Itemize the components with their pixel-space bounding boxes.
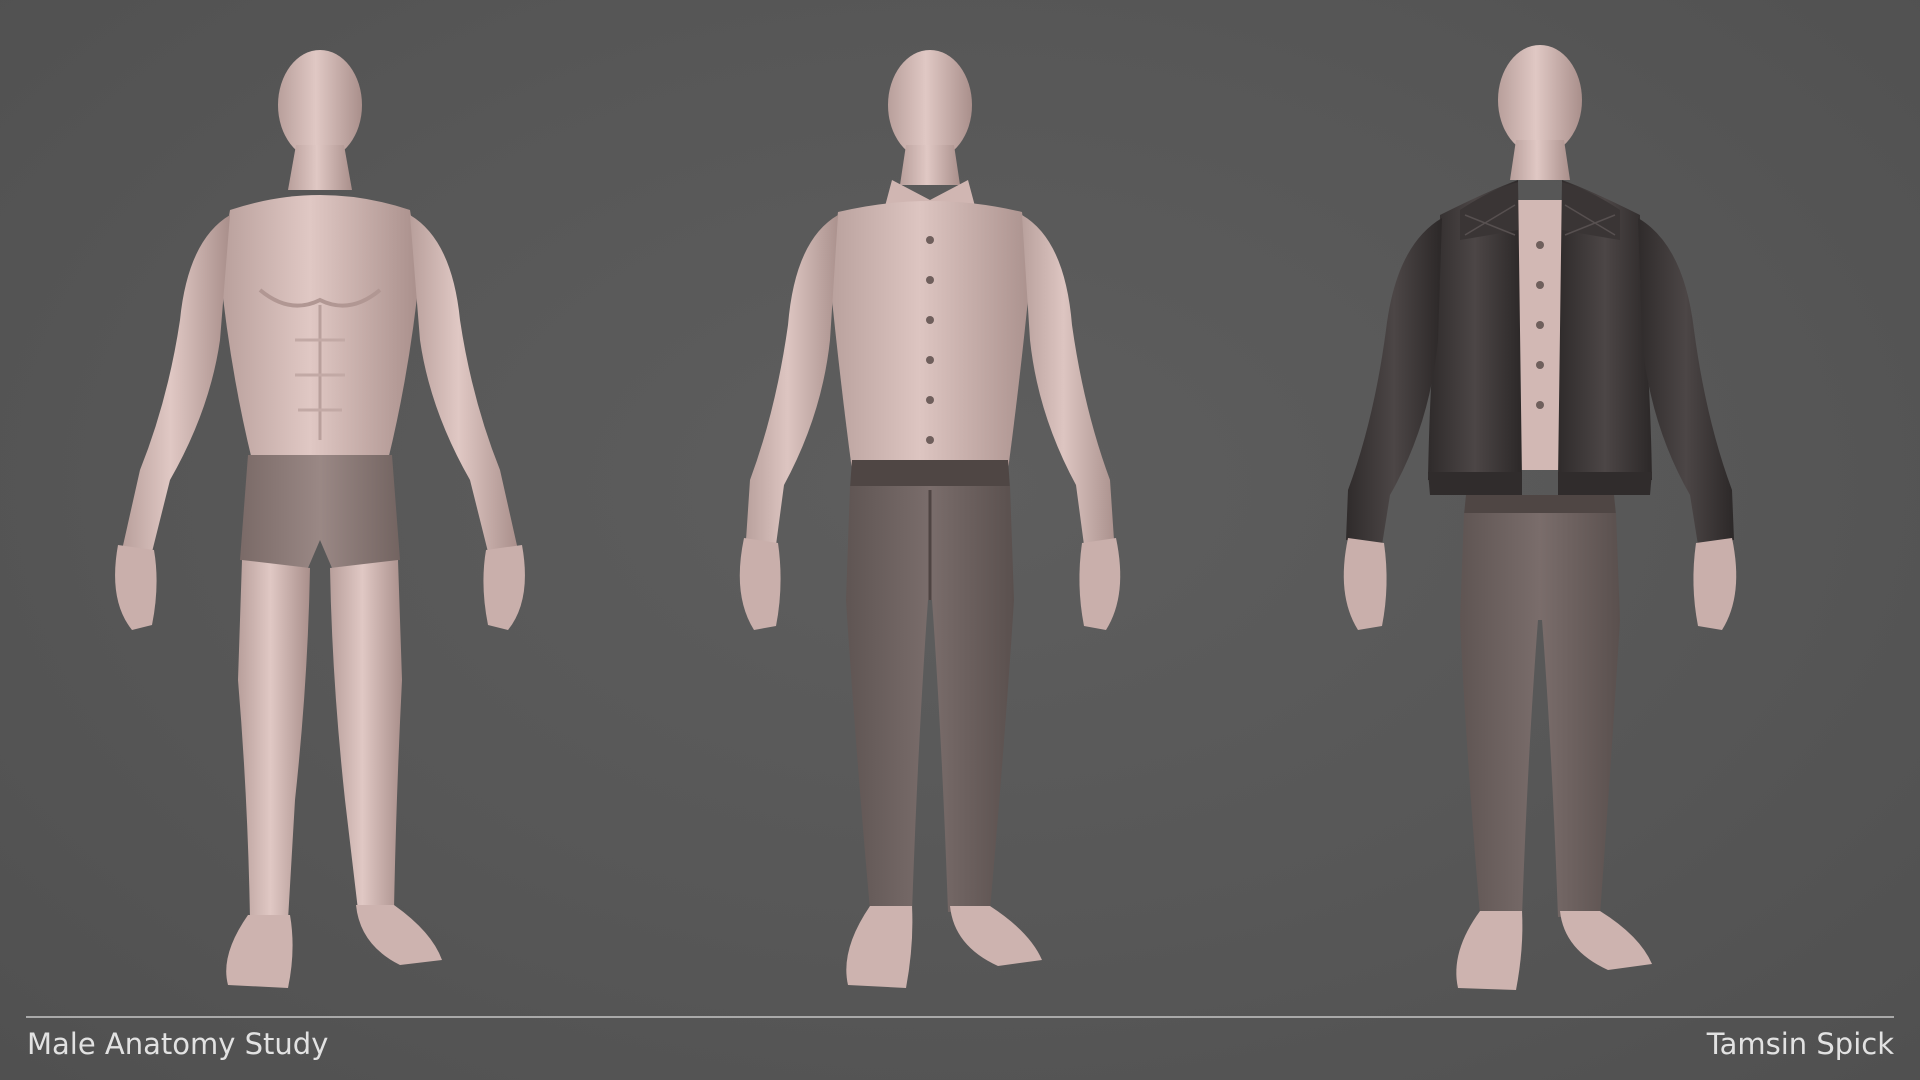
author-name: Tamsin Spick [1706, 1027, 1894, 1061]
figure-shirt-and-trousers [680, 40, 1180, 1000]
jacket-outfit-render [1343, 45, 1737, 990]
footer-divider [26, 1016, 1894, 1018]
shirt-outfit-render [739, 50, 1121, 988]
study-title: Male Anatomy Study [27, 1027, 329, 1061]
figure-jacket-outfit [1290, 40, 1790, 1000]
base-body-render [115, 50, 525, 988]
render-canvas: Male Anatomy Study Tamsin Spick [0, 0, 1920, 1080]
figure-base-body [70, 40, 570, 1000]
